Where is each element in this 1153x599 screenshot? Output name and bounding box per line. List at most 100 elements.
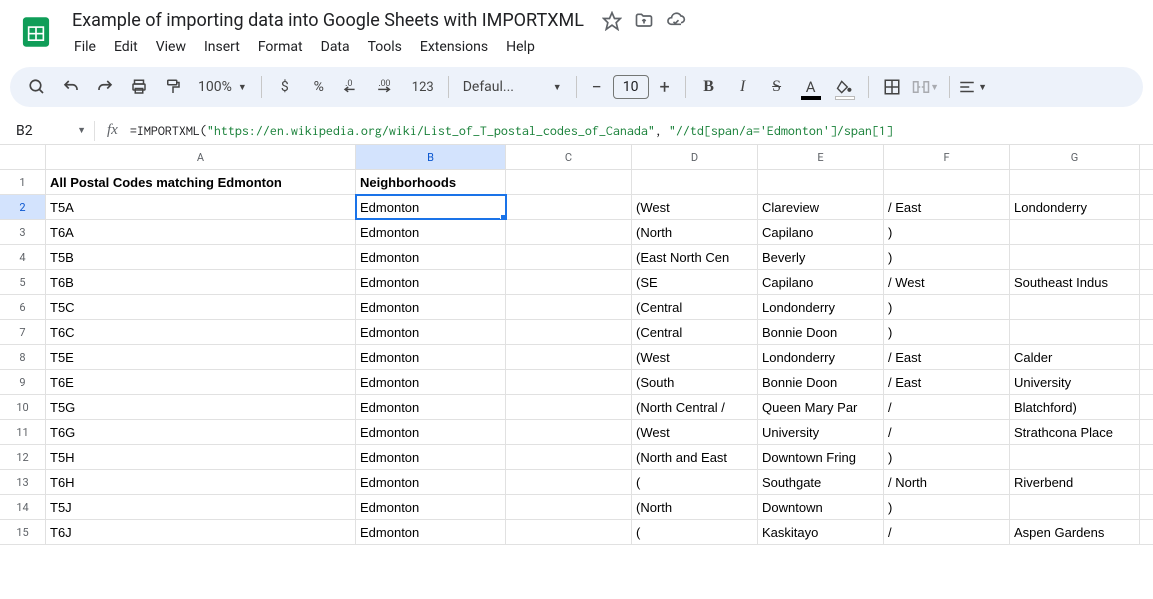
row-header[interactable]: 14 bbox=[0, 495, 46, 519]
column-header-B[interactable]: B bbox=[356, 145, 506, 169]
cell[interactable]: Edmonton bbox=[356, 495, 506, 519]
horizontal-align-button[interactable]: ▼ bbox=[958, 72, 988, 102]
cell[interactable]: (West bbox=[632, 195, 758, 219]
cell[interactable]: Bonnie Doon bbox=[758, 370, 884, 394]
formula-input[interactable]: =IMPORTXML("https://en.wikipedia.org/wik… bbox=[130, 123, 1153, 138]
decrease-font-button[interactable]: − bbox=[585, 75, 609, 99]
star-icon[interactable] bbox=[602, 11, 622, 31]
cell[interactable]: Edmonton bbox=[356, 420, 506, 444]
row-header[interactable]: 5 bbox=[0, 270, 46, 294]
cell[interactable]: T6J bbox=[46, 520, 356, 544]
cell[interactable]: T6E bbox=[46, 370, 356, 394]
cell[interactable] bbox=[506, 420, 632, 444]
row-header[interactable]: 10 bbox=[0, 395, 46, 419]
cell[interactable]: / North bbox=[884, 470, 1010, 494]
row-header[interactable]: 9 bbox=[0, 370, 46, 394]
cell[interactable] bbox=[506, 170, 632, 194]
cell[interactable]: (West bbox=[632, 420, 758, 444]
menu-view[interactable]: View bbox=[148, 35, 194, 59]
cell[interactable]: Edmonton bbox=[356, 320, 506, 344]
name-box[interactable]: B2▼ bbox=[0, 123, 94, 139]
column-header-C[interactable]: C bbox=[506, 145, 632, 169]
move-folder-icon[interactable] bbox=[634, 11, 654, 31]
menu-file[interactable]: File bbox=[66, 35, 104, 59]
cell[interactable]: Downtown Fring bbox=[758, 445, 884, 469]
cell[interactable] bbox=[1010, 245, 1140, 269]
percent-format-button[interactable]: % bbox=[304, 72, 334, 102]
cell[interactable] bbox=[1010, 170, 1140, 194]
cell[interactable]: All Postal Codes matching Edmonton bbox=[46, 170, 356, 194]
paint-format-icon[interactable] bbox=[158, 72, 188, 102]
cell[interactable]: T5A bbox=[46, 195, 356, 219]
row-header[interactable]: 3 bbox=[0, 220, 46, 244]
cell[interactable]: University bbox=[1010, 370, 1140, 394]
search-menus-icon[interactable] bbox=[22, 72, 52, 102]
cell[interactable]: Londonderry bbox=[758, 295, 884, 319]
cell[interactable]: ( bbox=[632, 520, 758, 544]
borders-button[interactable] bbox=[877, 72, 907, 102]
cell[interactable]: T5J bbox=[46, 495, 356, 519]
cell[interactable]: ) bbox=[884, 295, 1010, 319]
cell[interactable]: T6A bbox=[46, 220, 356, 244]
cell[interactable]: (North Central / bbox=[632, 395, 758, 419]
cell[interactable]: Edmonton bbox=[356, 470, 506, 494]
zoom-dropdown[interactable]: 100%▼ bbox=[192, 79, 253, 95]
cell[interactable]: Beverly bbox=[758, 245, 884, 269]
menu-extensions[interactable]: Extensions bbox=[412, 35, 496, 59]
cell[interactable]: Clareview bbox=[758, 195, 884, 219]
cell[interactable]: ) bbox=[884, 220, 1010, 244]
cell[interactable]: Southgate bbox=[758, 470, 884, 494]
cell[interactable] bbox=[1010, 445, 1140, 469]
more-formats-button[interactable]: 123 bbox=[406, 80, 440, 95]
font-size-input[interactable]: 10 bbox=[613, 75, 649, 99]
cell[interactable] bbox=[506, 445, 632, 469]
cell[interactable]: Edmonton bbox=[356, 295, 506, 319]
cell[interactable]: Edmonton bbox=[356, 370, 506, 394]
increase-decimal-icon[interactable]: .00 bbox=[372, 72, 402, 102]
cell[interactable] bbox=[1010, 495, 1140, 519]
cell[interactable]: / East bbox=[884, 345, 1010, 369]
doc-title[interactable]: Example of importing data into Google Sh… bbox=[66, 8, 590, 33]
cell[interactable] bbox=[506, 295, 632, 319]
cell[interactable]: Edmonton bbox=[356, 520, 506, 544]
italic-button[interactable]: I bbox=[728, 72, 758, 102]
cell[interactable]: Bonnie Doon bbox=[758, 320, 884, 344]
increase-font-button[interactable]: + bbox=[653, 75, 677, 99]
cell[interactable]: Queen Mary Par bbox=[758, 395, 884, 419]
cell[interactable]: Kaskitayo bbox=[758, 520, 884, 544]
cell[interactable]: ) bbox=[884, 445, 1010, 469]
cell[interactable]: Edmonton bbox=[356, 195, 506, 219]
column-header-G[interactable]: G bbox=[1010, 145, 1140, 169]
strikethrough-button[interactable]: S bbox=[762, 72, 792, 102]
cell[interactable] bbox=[506, 395, 632, 419]
cell[interactable]: T5H bbox=[46, 445, 356, 469]
cell[interactable] bbox=[506, 345, 632, 369]
cell[interactable]: University bbox=[758, 420, 884, 444]
cell[interactable] bbox=[632, 170, 758, 194]
menu-insert[interactable]: Insert bbox=[196, 35, 248, 59]
menu-format[interactable]: Format bbox=[250, 35, 311, 59]
cell[interactable]: Edmonton bbox=[356, 445, 506, 469]
column-header-A[interactable]: A bbox=[46, 145, 356, 169]
menu-edit[interactable]: Edit bbox=[106, 35, 146, 59]
redo-icon[interactable] bbox=[90, 72, 120, 102]
cell[interactable]: (SE bbox=[632, 270, 758, 294]
row-header[interactable]: 2 bbox=[0, 195, 46, 219]
cell[interactable] bbox=[884, 170, 1010, 194]
row-header[interactable]: 7 bbox=[0, 320, 46, 344]
cell[interactable]: / bbox=[884, 395, 1010, 419]
cell[interactable]: ) bbox=[884, 320, 1010, 344]
cell[interactable]: Southeast Indus bbox=[1010, 270, 1140, 294]
row-header[interactable]: 15 bbox=[0, 520, 46, 544]
fill-color-button[interactable] bbox=[830, 72, 860, 102]
cell[interactable] bbox=[506, 220, 632, 244]
font-family-dropdown[interactable]: Defaul...▼ bbox=[457, 79, 568, 95]
cell[interactable] bbox=[1010, 295, 1140, 319]
row-header[interactable]: 6 bbox=[0, 295, 46, 319]
cell[interactable]: (East North Cen bbox=[632, 245, 758, 269]
cell[interactable]: Londonderry bbox=[1010, 195, 1140, 219]
cell[interactable]: (North and East bbox=[632, 445, 758, 469]
decrease-decimal-icon[interactable]: .0 bbox=[338, 72, 368, 102]
cell[interactable]: Capilano bbox=[758, 220, 884, 244]
column-header-F[interactable]: F bbox=[884, 145, 1010, 169]
